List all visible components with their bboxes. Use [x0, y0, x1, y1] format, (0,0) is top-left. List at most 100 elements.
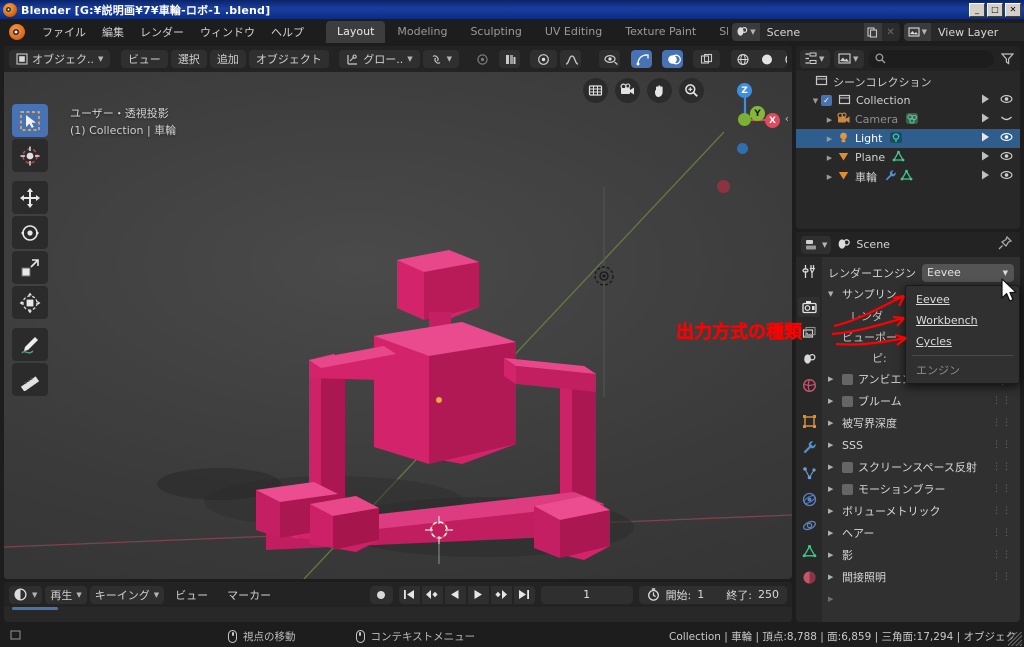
tab-view-layer[interactable]: [798, 349, 820, 369]
light-data-icon[interactable]: [889, 131, 903, 147]
rotate-tool[interactable]: [12, 216, 48, 249]
tab-scene[interactable]: [798, 375, 820, 395]
viewport-3d[interactable]: オブジェク.. ▼ ビュー 選択 追加 オブジェクト グロー.. ▼ ▼ ユーザ…: [4, 46, 792, 579]
menu-edit[interactable]: 編集: [94, 21, 132, 43]
blender-logo-icon[interactable]: [9, 24, 25, 40]
xray-toggle-button[interactable]: [693, 50, 721, 68]
gizmo-origin[interactable]: [738, 113, 751, 126]
section-motion-blur[interactable]: ▶ モーションブラー ⋮⋮: [822, 478, 1020, 500]
shading-modes-group[interactable]: ▼: [730, 50, 787, 68]
section-volumetrics[interactable]: ▶ ボリューメトリック ⋮⋮: [822, 500, 1020, 522]
menu-render[interactable]: レンダー: [132, 21, 192, 43]
jump-to-end-button[interactable]: [513, 585, 535, 604]
viewport-canvas[interactable]: ユーザー・透視投影 (1) Collection | 車輪 Z Y X ‹: [4, 72, 792, 579]
minimize-button[interactable]: _: [969, 2, 985, 17]
collection-checkbox[interactable]: ✓: [821, 95, 832, 106]
expand-triangle-icon[interactable]: ▶: [824, 154, 835, 162]
section-next-clipped[interactable]: ▶: [822, 588, 1020, 610]
play-reverse-button[interactable]: [444, 585, 466, 604]
timeline-panel[interactable]: ▼ 再生 ▼ キーイング ▼ ビュー マーカー 1 開始: 1 終了: 250: [4, 582, 792, 622]
end-frame-value[interactable]: 250: [758, 588, 779, 601]
robot-model[interactable]: [4, 72, 792, 579]
overlays-group[interactable]: ▼: [662, 50, 683, 68]
frame-range-fields[interactable]: 開始: 1 終了: 250: [638, 585, 787, 604]
timeline-marker-menu[interactable]: マーカー: [219, 587, 279, 603]
view-layer-selector[interactable]: ▼ View Layer ✕: [903, 23, 1024, 41]
tab-layout[interactable]: Layout: [326, 21, 386, 43]
pin-id-icon[interactable]: [998, 235, 1015, 253]
show-overlays-toggle[interactable]: [662, 50, 683, 68]
outliner-filter-icon[interactable]: [998, 50, 1016, 68]
hide-in-viewport-icon[interactable]: [1000, 93, 1013, 108]
current-frame-field[interactable]: 1: [540, 585, 633, 604]
cursor-tool[interactable]: [12, 139, 48, 172]
snap-magnet-group[interactable]: ▼: [499, 50, 520, 68]
tab-shading[interactable]: Sha: [708, 21, 728, 43]
navigation-gizmo[interactable]: Z Y X: [710, 80, 780, 154]
close-button[interactable]: ✕: [1005, 2, 1021, 17]
expand-triangle-icon[interactable]: ▶: [824, 135, 835, 143]
new-scene-button[interactable]: [863, 23, 882, 41]
scene-selector[interactable]: ▼ Scene ✕: [732, 23, 900, 41]
jump-to-start-button[interactable]: [398, 585, 420, 604]
outliner-panel[interactable]: ▼ ▼ シーンコレクション ▼ ✓ Collection ▶ Camera ▶ …: [796, 46, 1020, 229]
outliner-display-mode-button[interactable]: ▼: [834, 49, 864, 68]
tweak-select-box-tool[interactable]: [12, 104, 48, 137]
section-checkbox[interactable]: [842, 373, 853, 385]
section-indirect-lighting[interactable]: ▶ 間接照明 ⋮⋮: [822, 566, 1020, 588]
tab-particles[interactable]: [798, 463, 820, 483]
menu-window[interactable]: ウィンドウ: [192, 21, 263, 43]
delete-scene-button[interactable]: ✕: [881, 23, 900, 41]
light-gizmo-icon[interactable]: [590, 262, 620, 292]
play-button[interactable]: [467, 585, 489, 604]
tab-sculpting[interactable]: Sculpting: [459, 21, 532, 43]
modifier-wrench-icon[interactable]: [884, 169, 897, 185]
transform-tool[interactable]: [12, 286, 48, 319]
tab-tool[interactable]: [798, 261, 820, 281]
menu-help[interactable]: ヘルプ: [263, 21, 312, 43]
tab-render[interactable]: [798, 297, 820, 317]
disable-in-renders-icon[interactable]: [980, 93, 992, 108]
tab-texture-paint[interactable]: Texture Paint: [614, 21, 707, 43]
dropdown-item-workbench[interactable]: Workbench: [906, 310, 1019, 331]
snap-toggle-button[interactable]: ▼: [422, 50, 460, 68]
falloff-curve-icon[interactable]: [560, 50, 581, 68]
camera-data-icon[interactable]: [905, 112, 919, 128]
hide-in-viewport-icon[interactable]: [1000, 150, 1013, 165]
annotate-tool[interactable]: [12, 328, 48, 361]
sidebar-collapse-arrow-icon[interactable]: ‹: [785, 112, 789, 125]
tab-physics[interactable]: [798, 489, 820, 509]
tab-object[interactable]: [798, 411, 820, 431]
next-keyframe-button[interactable]: [490, 585, 512, 604]
hide-in-viewport-icon[interactable]: [1000, 131, 1013, 146]
outliner-row-camera[interactable]: ▶ Camera: [796, 110, 1020, 129]
section-shadows[interactable]: ▶ 影 ⋮⋮: [822, 544, 1020, 566]
object-visibility-icon[interactable]: [599, 50, 620, 68]
disable-in-renders-icon[interactable]: [980, 169, 992, 184]
visibility-group[interactable]: ▼: [598, 50, 621, 68]
section-hair[interactable]: ▶ ヘアー ⋮⋮: [822, 522, 1020, 544]
scale-tool[interactable]: [12, 251, 48, 284]
move-tool[interactable]: [12, 181, 48, 214]
section-screen-space-reflections[interactable]: ▶ スクリーンスペース反射 ⋮⋮: [822, 456, 1020, 478]
falloff-group[interactable]: ▼: [560, 50, 582, 68]
outliner-row-scene-collection[interactable]: シーンコレクション: [796, 72, 1020, 91]
outliner-editor-type-button[interactable]: ▼: [800, 49, 830, 68]
expand-triangle-icon[interactable]: ▶: [824, 116, 835, 124]
zoom-view-icon[interactable]: [679, 78, 704, 103]
timeline-playhead[interactable]: [12, 607, 58, 610]
viewport-menu-object[interactable]: オブジェクト: [248, 50, 329, 68]
start-frame-value[interactable]: 1: [697, 588, 704, 601]
solid-shading-button[interactable]: [755, 50, 779, 68]
maximize-button[interactable]: □: [987, 2, 1003, 17]
timeline-editor-type-button[interactable]: ▼: [9, 585, 43, 604]
dropdown-item-cycles[interactable]: Cycles: [906, 331, 1019, 352]
toggle-camera-grid-icon[interactable]: [583, 78, 608, 103]
previous-keyframe-button[interactable]: [421, 585, 443, 604]
mesh-data-icon[interactable]: [892, 150, 905, 166]
section-depth-of-field[interactable]: ▶ 被写界深度 ⋮⋮: [822, 412, 1020, 434]
gizmo-axis-neg-x[interactable]: [717, 180, 730, 193]
camera-view-icon[interactable]: [615, 78, 640, 103]
pan-view-icon[interactable]: [647, 78, 672, 103]
timeline-track[interactable]: [4, 607, 792, 622]
